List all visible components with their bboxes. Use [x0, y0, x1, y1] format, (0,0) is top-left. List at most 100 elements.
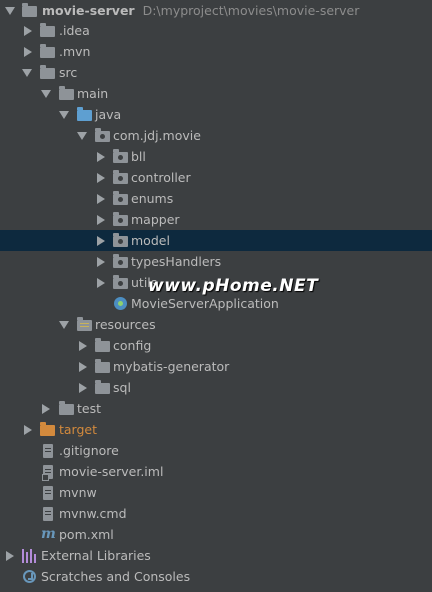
tree-item-label: pom.xml	[59, 527, 114, 542]
tree-row-pom[interactable]: m pom.xml	[0, 524, 432, 545]
tree-item-label: sql	[113, 380, 131, 395]
tree-row-mvnw-cmd[interactable]: mvnw.cmd	[0, 503, 432, 524]
tree-item-label: mybatis-generator	[113, 359, 230, 374]
excluded-folder-icon	[40, 422, 55, 436]
collapsed-arrow-icon[interactable]	[97, 173, 105, 183]
tree-row-mybatis-generator[interactable]: mybatis-generator	[0, 356, 432, 377]
tree-item-label: main	[77, 86, 109, 101]
tree-item-label: resources	[95, 317, 156, 332]
folder-icon	[59, 86, 74, 100]
expand-arrow-icon[interactable]	[59, 111, 69, 119]
package-icon	[113, 191, 128, 205]
tree-item-label: target	[59, 422, 98, 437]
collapsed-arrow-icon[interactable]	[97, 215, 105, 225]
tree-item-label: .mvn	[59, 44, 91, 59]
tree-row-mvnw[interactable]: mvnw	[0, 482, 432, 503]
collapsed-arrow-icon[interactable]	[97, 257, 105, 267]
project-tree: movie-server D:\myproject\movies\movie-se…	[0, 0, 432, 592]
tree-row-resources[interactable]: resources	[0, 314, 432, 335]
collapsed-arrow-icon[interactable]	[97, 152, 105, 162]
expand-arrow-icon[interactable]	[5, 7, 15, 15]
package-icon	[113, 149, 128, 163]
spring-boot-class-icon	[114, 297, 127, 310]
tree-row-gitignore[interactable]: .gitignore	[0, 440, 432, 461]
module-folder-icon	[22, 3, 37, 17]
tree-row-target[interactable]: target	[0, 419, 432, 440]
tree-item-label: typesHandlers	[131, 254, 222, 269]
tree-row-bll[interactable]: bll	[0, 146, 432, 167]
expand-arrow-icon[interactable]	[41, 90, 51, 98]
tree-item-label: .idea	[59, 23, 90, 38]
package-icon	[113, 254, 128, 268]
tree-item-label: enums	[131, 191, 174, 206]
folder-icon	[95, 359, 110, 373]
tree-row-mapper[interactable]: mapper	[0, 209, 432, 230]
tree-item-label: src	[59, 65, 78, 80]
collapsed-arrow-icon[interactable]	[24, 47, 32, 57]
text-file-icon	[43, 486, 53, 500]
tree-row-java[interactable]: java	[0, 104, 432, 125]
tree-row-iml[interactable]: movie-server.iml	[0, 461, 432, 482]
collapsed-arrow-icon[interactable]	[97, 236, 105, 246]
expand-arrow-icon[interactable]	[59, 321, 69, 329]
tree-row-sql[interactable]: sql	[0, 377, 432, 398]
folder-icon	[95, 380, 110, 394]
tree-row-mvn[interactable]: .mvn	[0, 41, 432, 62]
resources-folder-icon	[77, 317, 92, 331]
folder-icon	[40, 65, 55, 79]
tree-row-idea[interactable]: .idea	[0, 20, 432, 41]
collapsed-arrow-icon[interactable]	[24, 26, 32, 36]
folder-icon	[40, 44, 55, 58]
tree-item-label: bll	[131, 149, 146, 164]
tree-item-label: Scratches and Consoles	[41, 569, 191, 584]
package-icon	[113, 233, 128, 247]
tree-item-label: com.jdj.movie	[113, 128, 201, 143]
folder-icon	[59, 401, 74, 415]
tree-row-enums[interactable]: enums	[0, 188, 432, 209]
tree-row-app-class[interactable]: MovieServerApplication	[0, 293, 432, 314]
tree-item-label: model	[131, 233, 170, 248]
tree-row-typeshandlers[interactable]: typesHandlers	[0, 251, 432, 272]
tree-row-package[interactable]: com.jdj.movie	[0, 125, 432, 146]
maven-icon: m	[41, 526, 56, 542]
tree-row-external-libraries[interactable]: External Libraries	[0, 545, 432, 566]
tree-row-config[interactable]: config	[0, 335, 432, 356]
folder-icon	[95, 338, 110, 352]
watermark-text: www.pHome.NET	[148, 276, 319, 296]
package-icon	[113, 212, 128, 226]
tree-item-label: mvnw	[59, 485, 97, 500]
module-file-icon	[42, 465, 53, 481]
collapsed-arrow-icon[interactable]	[79, 383, 87, 393]
text-file-icon	[43, 444, 53, 458]
tree-row-src[interactable]: src	[0, 62, 432, 83]
collapsed-arrow-icon[interactable]	[6, 551, 14, 561]
tree-item-label: java	[95, 107, 122, 122]
tree-item-label: config	[113, 338, 152, 353]
tree-row-scratches[interactable]: Scratches and Consoles	[0, 566, 432, 587]
expand-arrow-icon[interactable]	[22, 69, 32, 77]
tree-row-main[interactable]: main	[0, 83, 432, 104]
source-folder-icon	[77, 107, 92, 121]
collapsed-arrow-icon[interactable]	[97, 194, 105, 204]
package-icon	[113, 275, 128, 289]
tree-item-label: mapper	[131, 212, 180, 227]
tree-row-test[interactable]: test	[0, 398, 432, 419]
collapsed-arrow-icon[interactable]	[42, 404, 50, 414]
tree-item-label: MovieServerApplication	[131, 296, 279, 311]
collapsed-arrow-icon[interactable]	[79, 362, 87, 372]
scratches-icon	[23, 570, 36, 583]
tree-item-label: mvnw.cmd	[59, 506, 127, 521]
collapsed-arrow-icon[interactable]	[24, 425, 32, 435]
text-file-icon	[43, 507, 53, 521]
collapsed-arrow-icon[interactable]	[79, 341, 87, 351]
expand-arrow-icon[interactable]	[77, 132, 87, 140]
tree-item-label: .gitignore	[59, 443, 119, 458]
tree-row-model[interactable]: model	[0, 230, 432, 251]
collapsed-arrow-icon[interactable]	[97, 278, 105, 288]
tree-item-label: movie-server.iml	[59, 464, 164, 479]
folder-icon	[40, 23, 55, 37]
tree-row-root[interactable]: movie-server D:\myproject\movies\movie-se…	[0, 0, 432, 21]
tree-row-controller[interactable]: controller	[0, 167, 432, 188]
libraries-icon	[22, 549, 36, 563]
tree-item-label: External Libraries	[41, 548, 151, 563]
